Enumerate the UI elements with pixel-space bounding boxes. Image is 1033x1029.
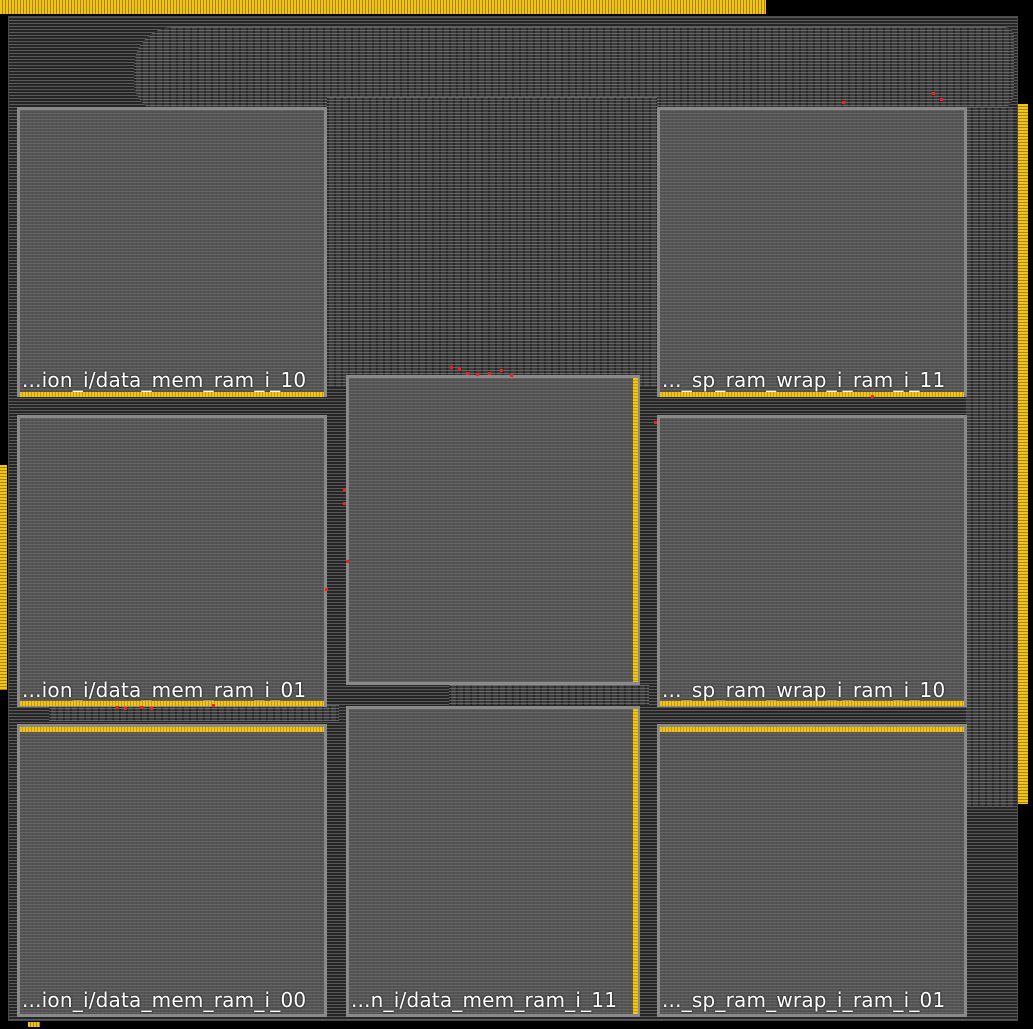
drc-marker [343,488,346,491]
drc-marker [116,706,119,709]
drc-marker [940,98,943,101]
macro-pin-row [20,727,324,732]
drc-marker [932,92,935,95]
top-io-pin-strip [0,0,766,14]
macro-sp-ram-wrap-i-ram-i-01[interactable]: ..._sp_ram_wrap_i_ram_i_01 [657,724,967,1017]
macro-center[interactable] [346,375,640,685]
macro-data-mem-ram-i-10[interactable]: ...ion_i/data_mem_ram_i_10 [17,107,327,397]
drc-marker [346,560,349,563]
drc-marker [150,707,153,710]
drc-marker [871,395,874,398]
macro-label: ..._sp_ram_wrap_i_ram_i_10 [662,678,946,702]
std-cell-region-mid [449,685,649,705]
macro-pin-row [660,392,964,397]
std-cell-region-center [327,97,657,387]
left-io-pin-strip [0,465,7,690]
drc-marker [510,374,513,377]
drc-marker [466,372,469,375]
drc-marker [476,373,479,376]
drc-marker [654,421,657,424]
drc-marker [500,369,503,372]
macro-label: ..._sp_ram_wrap_i_ram_i_11 [662,368,946,392]
drc-marker [140,706,143,709]
macro-sp-ram-wrap-i-ram-i-11[interactable]: ..._sp_ram_wrap_i_ram_i_11 [657,107,967,397]
drc-marker [124,707,127,710]
macro-label: ...n_i/data_mem_ram_i_11 [351,988,618,1012]
macro-label: ...ion_i/data_mem_ram_i_00 [22,988,307,1012]
macro-pin-row [20,701,324,706]
macro-data-mem-ram-i-11[interactable]: ...n_i/data_mem_ram_i_11 [346,706,640,1017]
layout-canvas[interactable]: ...ion_i/data_mem_ram_i_10 ..._sp_ram_wr… [0,0,1033,1029]
macro-label: ...ion_i/data_mem_ram_i_10 [22,368,307,392]
macro-data-mem-ram-i-01[interactable]: ...ion_i/data_mem_ram_i_01 [17,415,327,707]
macro-sp-ram-wrap-i-ram-i-10[interactable]: ..._sp_ram_wrap_i_ram_i_10 [657,415,967,707]
drc-marker [458,368,461,371]
macro-pin-row [660,727,964,732]
drc-marker [343,502,346,505]
macro-pin-column [633,378,638,682]
std-cell-region-left [49,705,339,721]
right-io-pin-strip [1018,104,1028,804]
drc-marker [488,372,491,375]
macro-label: ...ion_i/data_mem_ram_i_01 [22,678,307,702]
macro-pin-column [633,709,638,1014]
macro-data-mem-ram-i-00[interactable]: ...ion_i/data_mem_ram_i_00 [17,724,327,1017]
bottom-left-pin [28,1022,40,1027]
drc-marker [842,101,845,104]
macro-label: ..._sp_ram_wrap_i_ram_i_01 [662,988,946,1012]
macro-pin-row [660,701,964,706]
drc-marker [450,366,453,369]
drc-marker [325,588,328,591]
drc-marker [212,704,215,707]
macro-pin-row [20,392,324,397]
std-cell-region-right [964,107,1014,807]
